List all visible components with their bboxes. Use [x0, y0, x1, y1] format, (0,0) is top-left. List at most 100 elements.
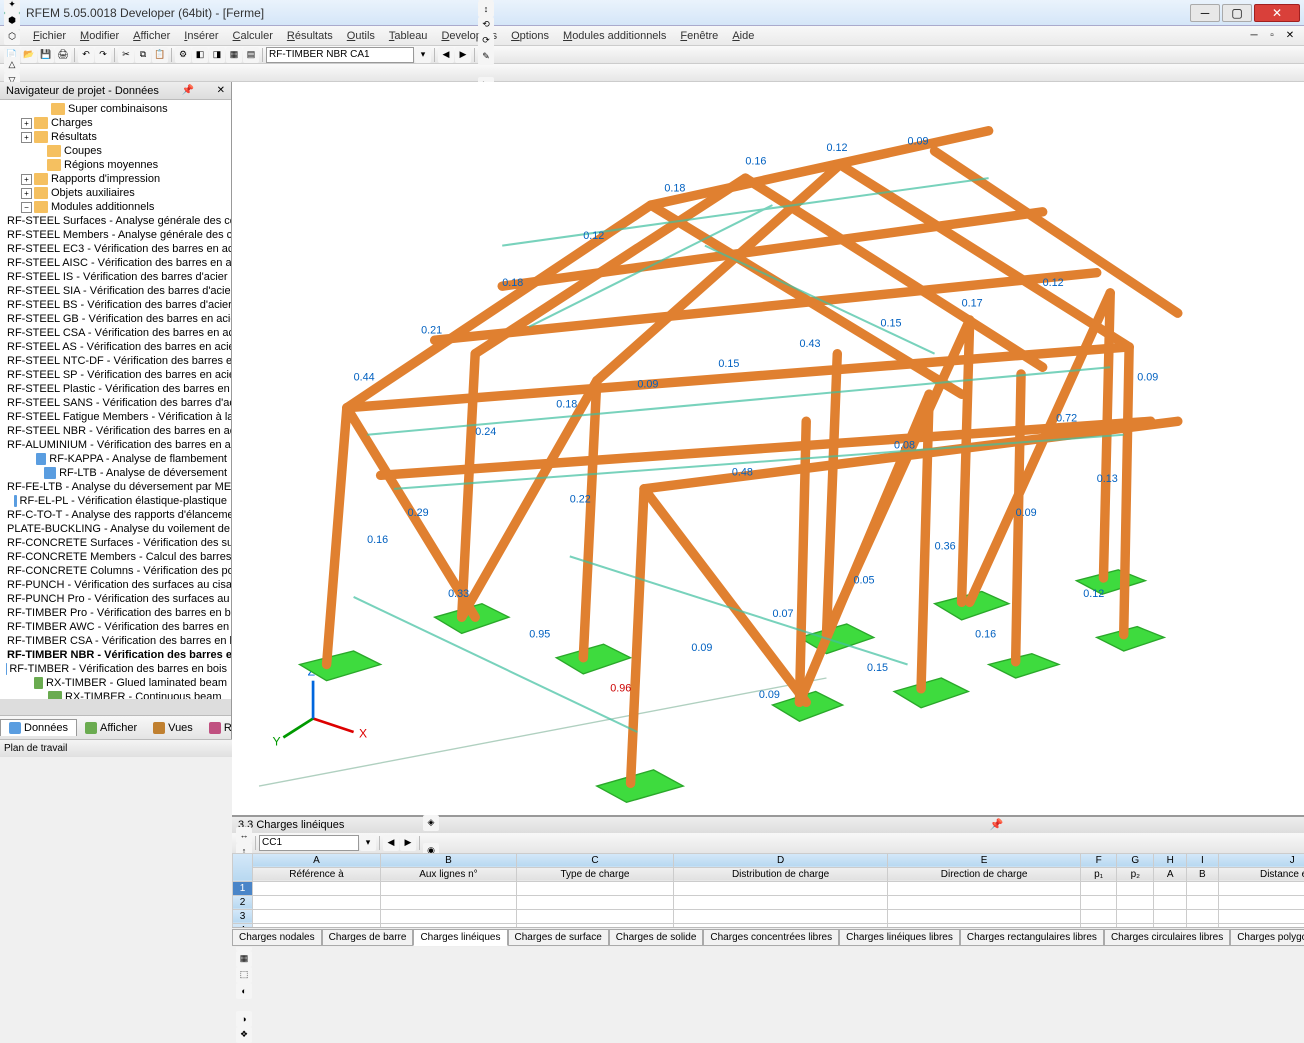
module-item[interactable]: RF-LTB - Analyse de déversement — [0, 466, 231, 480]
prev-icon[interactable]: ◀ — [383, 835, 399, 851]
module-item[interactable]: RF-CONCRETE Surfaces - Vérification des … — [0, 536, 231, 550]
table-tab[interactable]: Charges linéiques libres — [839, 929, 960, 946]
pin-icon[interactable]: 📌 — [990, 818, 1004, 831]
module-item[interactable]: RX-TIMBER - Continuous beam — [0, 690, 231, 699]
module-item[interactable]: RF-STEEL Surfaces - Analyse générale des… — [0, 214, 231, 228]
toolbar-icon[interactable]: ✦ — [4, 0, 20, 13]
toolbar-icon[interactable]: ↕ — [478, 1, 494, 17]
menu-modules additionnels[interactable]: Modules additionnels — [556, 28, 673, 44]
menu-afficher[interactable]: Afficher — [126, 28, 177, 44]
toolbar-icon[interactable]: ✎ — [478, 49, 494, 65]
tree-item[interactable]: +Résultats — [0, 130, 231, 144]
mdi-minimize-icon[interactable]: ─ — [1246, 29, 1262, 43]
expand-icon[interactable]: − — [21, 202, 32, 213]
table-tab[interactable]: Charges nodales — [232, 929, 322, 946]
expand-icon[interactable]: + — [21, 118, 32, 129]
table-tab[interactable]: Charges concentrées libres — [703, 929, 839, 946]
module-item[interactable]: RF-STEEL SANS - Vérification des barres … — [0, 396, 231, 410]
tool-icon[interactable]: ▤ — [243, 47, 259, 63]
mdi-close-icon[interactable]: ✕ — [1282, 29, 1298, 43]
tree-item[interactable]: −Modules additionnels — [0, 200, 231, 214]
toolbar-icon[interactable]: ◈ — [423, 815, 439, 831]
paste-icon[interactable]: 📋 — [152, 47, 168, 63]
nav-tab-données[interactable]: Données — [0, 719, 77, 736]
tool-icon[interactable]: ▦ — [226, 47, 242, 63]
minimize-button[interactable]: ─ — [1190, 4, 1220, 22]
module-item[interactable]: RF-TIMBER AWC - Vérification des barres … — [0, 620, 231, 634]
table-tab[interactable]: Charges de solide — [609, 929, 704, 946]
print-icon[interactable]: 🖨 — [55, 47, 71, 63]
menu-calculer[interactable]: Calculer — [226, 28, 280, 44]
toolbar-icon[interactable]: △ — [4, 57, 20, 73]
module-item[interactable]: RF-KAPPA - Analyse de flambement — [0, 452, 231, 466]
module-item[interactable]: RF-STEEL AISC - Vérification des barres … — [0, 256, 231, 270]
module-item[interactable]: RF-ALUMINIUM - Vérification des barres e… — [0, 438, 231, 452]
table-tab[interactable]: Charges polygonales libres — [1230, 929, 1304, 946]
tool-icon[interactable]: ◨ — [209, 47, 225, 63]
module-item[interactable]: RX-TIMBER - Glued laminated beam — [0, 676, 231, 690]
tool-icon[interactable]: ◧ — [192, 47, 208, 63]
cut-icon[interactable]: ✂ — [118, 47, 134, 63]
navigator-tree[interactable]: Super combinaisons+Charges+RésultatsCoup… — [0, 100, 231, 699]
toolbar-icon[interactable]: ⟲ — [478, 17, 494, 33]
open-icon[interactable]: 📂 — [21, 47, 37, 63]
dropdown-icon[interactable]: ▾ — [360, 835, 376, 851]
menu-outils[interactable]: Outils — [340, 28, 382, 44]
close-button[interactable]: ✕ — [1254, 4, 1300, 22]
module-item[interactable]: RF-STEEL NBR - Vérification des barres e… — [0, 424, 231, 438]
tree-item[interactable]: Super combinaisons — [0, 102, 231, 116]
module-item[interactable]: RF-STEEL EC3 - Vérification des barres e… — [0, 242, 231, 256]
table-tab[interactable]: Charges linéiques — [413, 929, 507, 946]
toolbar-icon[interactable]: ⬡ — [4, 29, 20, 45]
module-item[interactable]: RF-STEEL CSA - Vérification des barres e… — [0, 326, 231, 340]
expand-icon[interactable]: + — [21, 174, 32, 185]
nav-tab-afficher[interactable]: Afficher — [77, 720, 145, 736]
module-item[interactable]: RF-STEEL SP - Vérification des barres en… — [0, 368, 231, 382]
menu-tableau[interactable]: Tableau — [382, 28, 435, 44]
tree-item[interactable]: +Charges — [0, 116, 231, 130]
save-icon[interactable]: 💾 — [38, 47, 54, 63]
pin-icon[interactable]: 📌 — [182, 85, 194, 96]
sidebar-hscroll[interactable] — [0, 699, 231, 715]
module-item[interactable]: RF-TIMBER Pro - Vérification des barres … — [0, 606, 231, 620]
toolbar-icon[interactable]: ▦ — [236, 951, 252, 967]
table-tab[interactable]: Charges circulaires libres — [1104, 929, 1230, 946]
expand-icon[interactable]: + — [21, 188, 32, 199]
tree-item[interactable]: +Objets auxiliaires — [0, 186, 231, 200]
module-item[interactable]: RF-STEEL Members - Analyse générale des … — [0, 228, 231, 242]
module-item[interactable]: RF-STEEL Plastic - Vérification des barr… — [0, 382, 231, 396]
module-item[interactable]: RF-STEEL NTC-DF - Vérification des barre… — [0, 354, 231, 368]
next-icon[interactable]: ▶ — [455, 47, 471, 63]
menu-modifier[interactable]: Modifier — [73, 28, 126, 44]
nav-tab-vues[interactable]: Vues — [145, 720, 201, 736]
table-loadcase-combo[interactable] — [259, 835, 359, 851]
menu-aide[interactable]: Aide — [725, 28, 761, 44]
toolbar-icon[interactable]: ↔ — [236, 827, 252, 843]
module-item[interactable]: RF-CONCRETE Columns - Vérification des p… — [0, 564, 231, 578]
table-tab[interactable]: Charges de barre — [322, 929, 414, 946]
maximize-button[interactable]: ▢ — [1222, 4, 1252, 22]
table-grid[interactable]: ABCDEFGHIJKLRéférence àAux lignes n°Type… — [232, 853, 1304, 927]
module-item[interactable]: RF-EL-PL - Vérification élastique-plasti… — [0, 494, 231, 508]
toolbar-icon[interactable]: ⬢ — [4, 13, 20, 29]
table-tab[interactable]: Charges rectangulaires libres — [960, 929, 1104, 946]
module-item[interactable]: RF-CONCRETE Members - Calcul des barres … — [0, 550, 231, 564]
dropdown-icon[interactable]: ▾ — [415, 47, 431, 63]
toolbar-icon[interactable]: ❖ — [236, 1027, 252, 1043]
module-item[interactable]: RF-STEEL GB - Vérification des barres en… — [0, 312, 231, 326]
menu-résultats[interactable]: Résultats — [280, 28, 340, 44]
panel-close-icon[interactable]: ✕ — [217, 85, 225, 96]
module-item[interactable]: RF-PUNCH - Vérification des surfaces au … — [0, 578, 231, 592]
next-icon[interactable]: ▶ — [400, 835, 416, 851]
module-item[interactable]: RF-C-TO-T - Analyse des rapports d'élanc… — [0, 508, 231, 522]
table-tab[interactable]: Charges de surface — [508, 929, 609, 946]
module-item[interactable]: PLATE-BUCKLING - Analyse du voilement de — [0, 522, 231, 536]
undo-icon[interactable]: ↶ — [78, 47, 94, 63]
tree-item[interactable]: Régions moyennes — [0, 158, 231, 172]
module-item[interactable]: RF-STEEL Fatigue Members - Vérification … — [0, 410, 231, 424]
menu-fichier[interactable]: Fichier — [26, 28, 73, 44]
copy-icon[interactable]: ⧉ — [135, 47, 151, 63]
module-item[interactable]: RF-STEEL AS - Vérification des barres en… — [0, 340, 231, 354]
toolbar-icon[interactable]: ◑ — [236, 1011, 252, 1027]
toolbar-icon[interactable]: ⬚ — [236, 967, 252, 983]
